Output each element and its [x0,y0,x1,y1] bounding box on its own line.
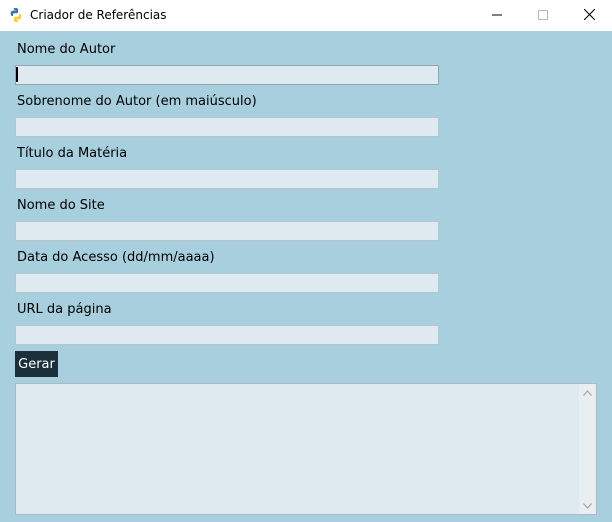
access-date-input[interactable] [15,273,439,293]
author-name-label: Nome do Autor [17,42,116,57]
generate-button[interactable]: Gerar [15,351,58,377]
minimize-button[interactable] [474,0,520,31]
close-button[interactable] [566,0,612,31]
author-surname-input[interactable] [15,117,439,137]
author-surname-label: Sobrenome do Autor (em maiúsculo) [17,94,257,109]
close-icon [583,7,595,25]
author-name-input[interactable] [15,65,439,85]
article-title-label: Título da Matéria [17,146,128,161]
page-url-input[interactable] [15,325,439,345]
output-scrollbar[interactable] [579,384,596,514]
python-icon [8,7,24,23]
window-title: Criador de Referências [30,8,167,22]
access-date-label: Data do Acesso (dd/mm/aaaa) [17,250,215,265]
text-caret [16,67,18,82]
scroll-down-icon[interactable] [579,497,596,514]
site-name-label: Nome do Site [17,198,105,213]
title-bar: Criador de Referências [0,0,612,31]
maximize-icon [538,7,548,25]
output-textarea[interactable] [15,383,597,515]
scroll-up-icon[interactable] [579,384,596,401]
page-url-label: URL da página [17,302,112,317]
maximize-button[interactable] [520,0,566,31]
site-name-input[interactable] [15,221,439,241]
minimize-icon [492,7,502,25]
article-title-input[interactable] [15,169,439,189]
